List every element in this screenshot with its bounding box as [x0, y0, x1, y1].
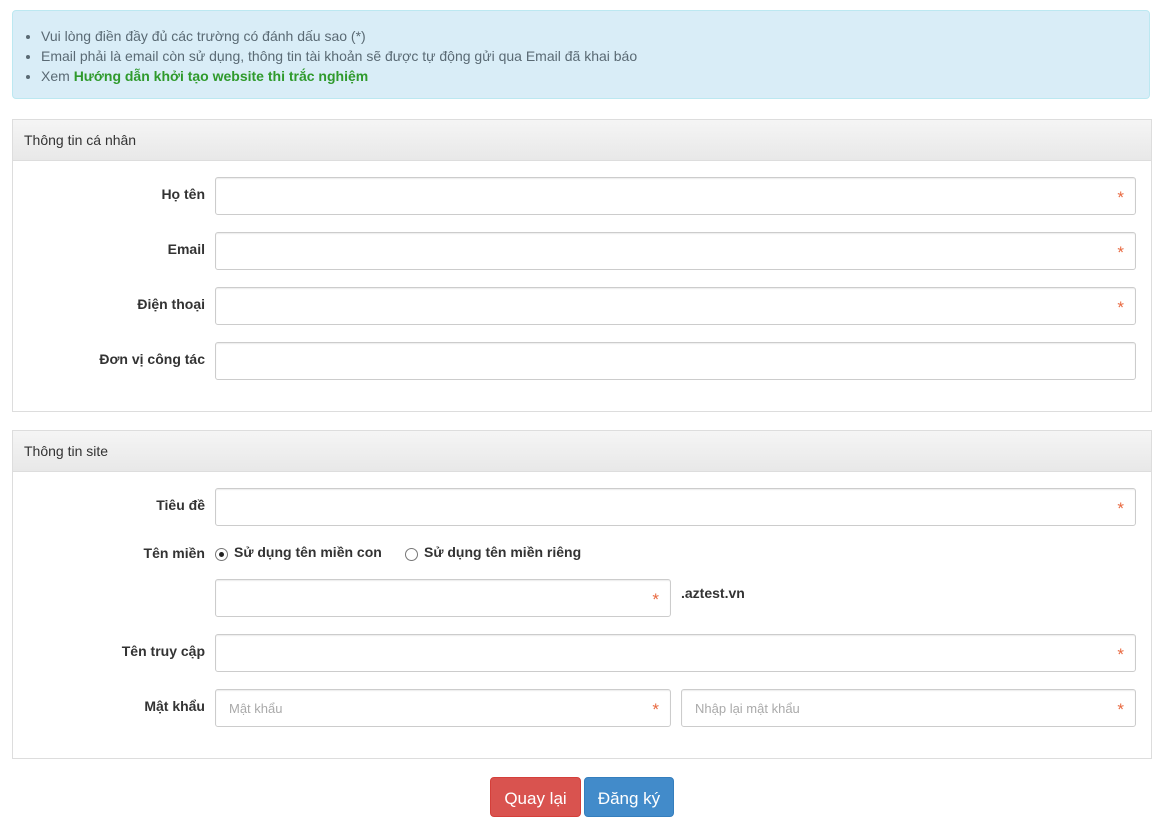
required-marker: * — [1117, 499, 1124, 518]
password-confirm-field: * — [681, 689, 1136, 727]
email-input[interactable] — [216, 233, 1135, 269]
personal-info-heading: Thông tin cá nhân — [13, 120, 1151, 161]
radio-subdomain[interactable]: Sử dụng tên miền con — [215, 544, 382, 561]
required-marker: * — [1117, 188, 1124, 207]
required-marker: * — [1117, 700, 1124, 719]
info-notice: Vui lòng điền đầy đủ các trường có đánh … — [12, 10, 1150, 99]
subdomain-input[interactable] — [216, 580, 670, 616]
username-label: Tên truy cập — [121, 643, 205, 659]
notice-item-required: Vui lòng điền đầy đủ các trường có đánh … — [41, 26, 1149, 46]
password-label: Mật khẩu — [144, 698, 205, 714]
register-button[interactable]: Đăng ký — [584, 777, 674, 817]
site-info-heading: Thông tin site — [13, 431, 1151, 472]
notice-list: Vui lòng điền đầy đủ các trường có đánh … — [13, 11, 1149, 86]
phone-input[interactable] — [216, 288, 1135, 324]
guide-link[interactable]: Hướng dẫn khởi tạo website thi trắc nghi… — [74, 68, 369, 84]
required-marker: * — [652, 590, 659, 609]
password-input[interactable] — [216, 690, 670, 726]
radio-subdomain-label: Sử dụng tên miền con — [234, 544, 382, 560]
personal-info-panel: Thông tin cá nhân Họ tên * Email * Điện … — [12, 119, 1152, 412]
domain-label: Tên miền — [143, 545, 205, 561]
email-label: Email — [167, 241, 205, 257]
organization-field — [215, 342, 1136, 380]
notice-item-guide: Xem Hướng dẫn khởi tạo website thi trắc … — [41, 66, 1149, 86]
phone-label: Điện thoại — [137, 296, 205, 312]
radio-own-domain[interactable]: Sử dụng tên miền riêng — [405, 544, 582, 561]
notice-item-email: Email phải là email còn sử dụng, thông t… — [41, 46, 1149, 66]
site-title-label: Tiêu đề — [156, 497, 205, 513]
required-marker: * — [1117, 243, 1124, 262]
phone-field: * — [215, 287, 1136, 325]
password-confirm-input[interactable] — [682, 690, 1135, 726]
site-title-input[interactable] — [216, 489, 1135, 525]
organization-label: Đơn vị công tác — [99, 351, 205, 367]
radio-own-domain-control[interactable] — [405, 547, 418, 561]
username-field: * — [215, 634, 1136, 672]
fullname-input[interactable] — [216, 178, 1135, 214]
back-button[interactable]: Quay lại — [490, 777, 581, 817]
required-marker: * — [1117, 645, 1124, 664]
username-input[interactable] — [216, 635, 1135, 671]
fullname-field: * — [215, 177, 1136, 215]
required-marker: * — [652, 700, 659, 719]
subdomain-field: * — [215, 579, 671, 617]
guide-prefix: Xem — [41, 68, 74, 84]
email-field: * — [215, 232, 1136, 270]
site-info-panel: Thông tin site Tiêu đề * Tên miền Sử dụn… — [12, 430, 1152, 759]
domain-suffix: .aztest.vn — [681, 585, 745, 601]
organization-input[interactable] — [216, 343, 1135, 379]
password-field: * — [215, 689, 671, 727]
fullname-label: Họ tên — [161, 186, 205, 202]
radio-subdomain-control[interactable] — [215, 547, 228, 561]
radio-own-domain-label: Sử dụng tên miền riêng — [424, 544, 582, 560]
site-title-field: * — [215, 488, 1136, 526]
required-marker: * — [1117, 298, 1124, 317]
